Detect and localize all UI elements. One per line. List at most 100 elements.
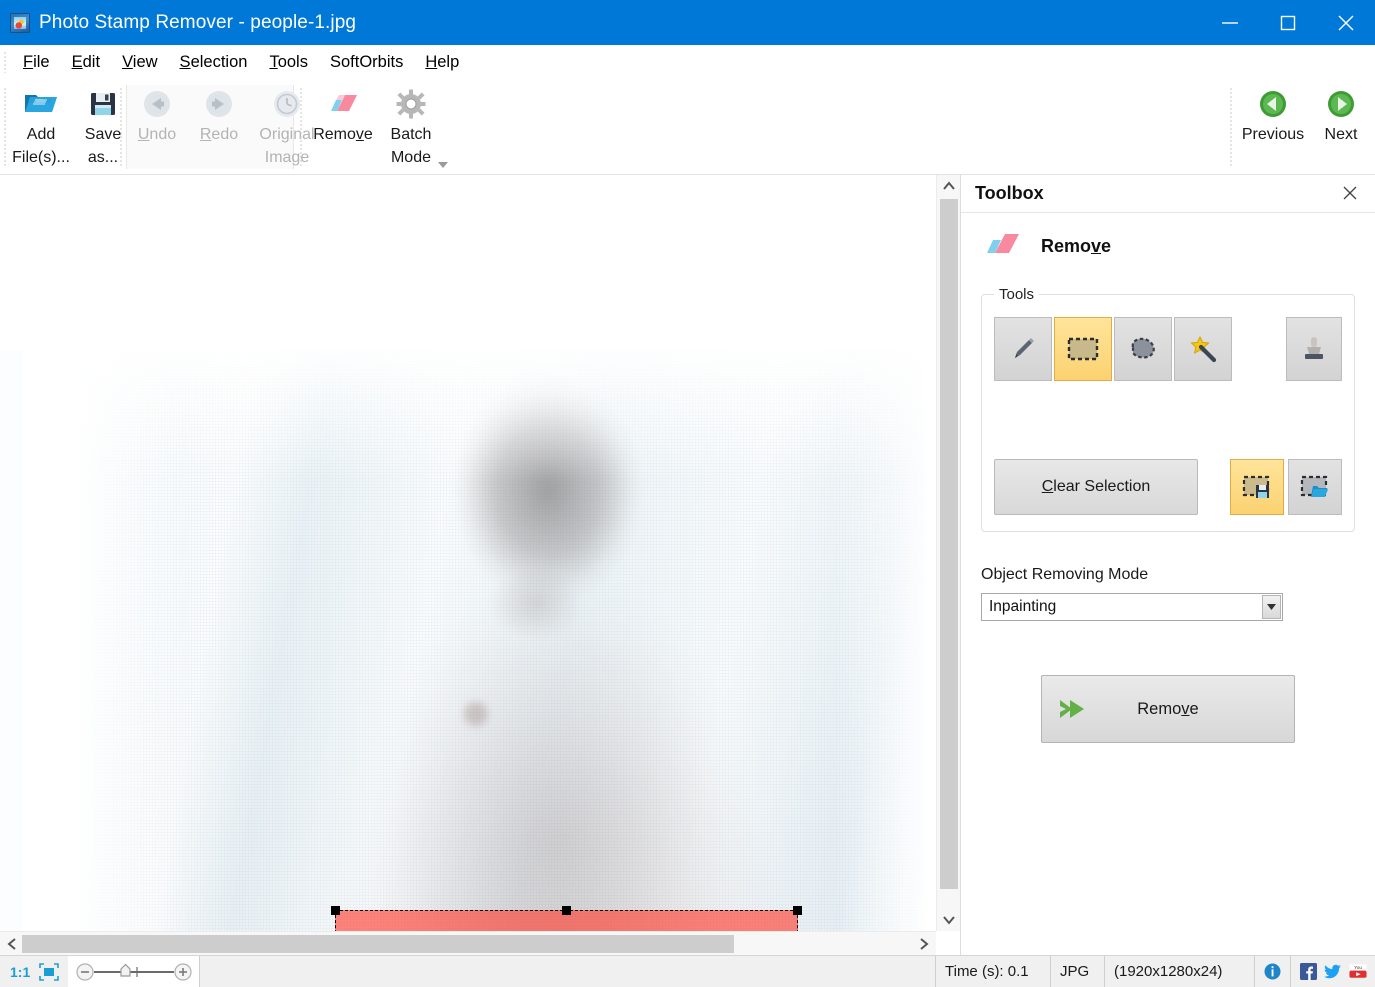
svg-text:You: You xyxy=(1354,965,1362,970)
chevron-down-icon[interactable] xyxy=(1262,595,1281,619)
social-links: You xyxy=(1291,956,1375,987)
selection-actions-row: Clear Selection xyxy=(994,459,1342,515)
object-removing-mode-value: Inpainting xyxy=(989,598,1057,615)
undo-arrow-icon xyxy=(142,87,172,121)
menu-item-view[interactable]: View xyxy=(111,50,168,75)
title-bar: Photo Stamp Remover - people-1.jpg xyxy=(0,0,1375,45)
status-spacer xyxy=(200,956,936,987)
menu-item-softorbits[interactable]: SoftOrbits xyxy=(319,50,414,75)
clear-selection-label: Clear Selection xyxy=(1041,478,1151,495)
image-canvas[interactable]: Censored xyxy=(0,175,960,955)
clock-history-icon xyxy=(272,87,302,121)
eraser-icon xyxy=(981,229,1023,264)
object-removing-mode-select[interactable]: Inpainting xyxy=(981,593,1283,621)
remove-section-label: Remove xyxy=(1041,236,1112,256)
photo-left-fade xyxy=(80,350,190,955)
application-window: Photo Stamp Remover - people-1.jpg FFile… xyxy=(0,0,1375,987)
minus-circle-icon xyxy=(76,962,94,981)
menu-item-help[interactable]: Help xyxy=(414,50,470,75)
tools-group: Tools Clear Selection xyxy=(981,286,1355,532)
twitter-icon[interactable] xyxy=(1324,963,1342,981)
close-icon[interactable] xyxy=(1317,0,1375,45)
save-selection-icon[interactable] xyxy=(1230,459,1284,515)
status-format: JPG xyxy=(1051,956,1105,987)
ribbon-toolbar: Add File(s)... Save as... Undo Redo Orig… xyxy=(0,79,1375,175)
chevron-up-icon[interactable] xyxy=(937,175,960,197)
zoom-slider[interactable] xyxy=(68,956,201,987)
menu-item-edit[interactable]: Edit xyxy=(61,50,111,75)
remove-ribbon-label: Remove xyxy=(313,126,373,143)
green-right-arrow-icon xyxy=(1326,87,1356,121)
undo-button: Undo xyxy=(126,79,188,175)
menu-item-file[interactable]: FFileile xyxy=(12,50,61,75)
menu-item-tools[interactable]: Tools xyxy=(258,50,319,75)
remove-button[interactable]: Remove xyxy=(1041,675,1295,743)
remove-section-header: Remove xyxy=(981,229,1355,264)
next-button[interactable]: Next xyxy=(1310,79,1372,175)
object-removing-mode-label: Object Removing Mode xyxy=(981,566,1149,583)
handle-top-center[interactable] xyxy=(562,906,571,915)
minimize-icon[interactable] xyxy=(1201,0,1259,45)
undo-label: Undo xyxy=(137,126,177,143)
load-selection-icon[interactable] xyxy=(1288,459,1342,515)
redo-arrow-icon xyxy=(204,87,234,121)
tool-row xyxy=(994,317,1342,381)
youtube-icon[interactable]: You xyxy=(1349,963,1367,981)
maximize-icon[interactable] xyxy=(1259,0,1317,45)
batch-mode-button[interactable]: Batch Mode xyxy=(380,79,442,175)
curtain-highlight xyxy=(80,350,925,480)
handle-top-left[interactable] xyxy=(331,906,340,915)
toolbox-body: Remove Tools Clear Selection Object Remo… xyxy=(961,213,1375,743)
tool-clone-stamp[interactable] xyxy=(1286,317,1342,381)
facebook-icon[interactable] xyxy=(1299,963,1317,981)
redo-button: Redo xyxy=(188,79,250,175)
chevron-left-icon[interactable] xyxy=(0,932,24,956)
zoom-one-to-one-icon[interactable]: 1:1 xyxy=(0,964,36,980)
horizontal-scroll-thumb[interactable] xyxy=(22,935,734,953)
next-label: Next xyxy=(1324,126,1358,143)
ribbon-expand-icon[interactable] xyxy=(436,158,450,170)
plus-circle-icon xyxy=(174,962,192,981)
selection-io-group xyxy=(1230,459,1342,515)
clear-selection-button[interactable]: Clear Selection xyxy=(994,459,1198,515)
remove-ribbon-button[interactable]: Remove xyxy=(306,79,380,175)
menu-item-selection[interactable]: Selection xyxy=(169,50,259,75)
add-files-button[interactable]: Add File(s)... xyxy=(10,79,72,175)
tool-magic-wand[interactable] xyxy=(1174,317,1232,381)
tool-pencil[interactable] xyxy=(994,317,1052,381)
previous-button[interactable]: Previous xyxy=(1236,79,1310,175)
chevron-down-icon[interactable] xyxy=(937,909,961,931)
green-double-arrow-icon xyxy=(1056,696,1090,722)
save-as-button[interactable]: Save as... xyxy=(72,79,134,175)
horizontal-scrollbar[interactable] xyxy=(0,931,936,955)
left-rail xyxy=(0,350,22,955)
tools-legend: Tools xyxy=(999,286,1035,303)
toolbox-title: Toolbox xyxy=(975,183,1044,203)
close-icon[interactable] xyxy=(1341,184,1361,204)
save-as-label: Save as... xyxy=(84,126,122,166)
photo-app-icon xyxy=(10,12,30,33)
vertical-scroll-thumb[interactable] xyxy=(940,199,958,889)
fit-to-window-icon[interactable] xyxy=(36,962,68,982)
handle-top-right[interactable] xyxy=(793,906,802,915)
status-dimensions: (1920x1280x24) xyxy=(1105,956,1255,987)
tool-rectangular[interactable] xyxy=(1054,317,1112,381)
gear-icon xyxy=(396,87,426,121)
status-time: Time (s): 0.1 xyxy=(936,956,1051,987)
window-controls xyxy=(1201,0,1375,45)
batch-mode-label: Batch Mode xyxy=(390,126,432,166)
green-left-arrow-icon xyxy=(1258,87,1288,121)
photo-image[interactable] xyxy=(80,350,925,955)
toolbox-panel: Toolbox Remove Tools Clear Selection Obj… xyxy=(960,175,1375,955)
window-title: Photo Stamp Remover - people-1.jpg xyxy=(39,11,357,33)
open-folder-icon xyxy=(23,87,59,121)
vertical-scrollbar[interactable] xyxy=(936,175,960,931)
info-icon[interactable] xyxy=(1255,956,1291,987)
previous-label: Previous xyxy=(1241,126,1305,143)
tool-lasso[interactable] xyxy=(1114,317,1172,381)
floppy-disk-icon xyxy=(88,87,118,121)
photo-right-fade xyxy=(835,350,925,955)
chevron-right-icon[interactable] xyxy=(912,932,936,956)
eraser-icon xyxy=(325,87,361,121)
redo-label: Redo xyxy=(199,126,239,143)
